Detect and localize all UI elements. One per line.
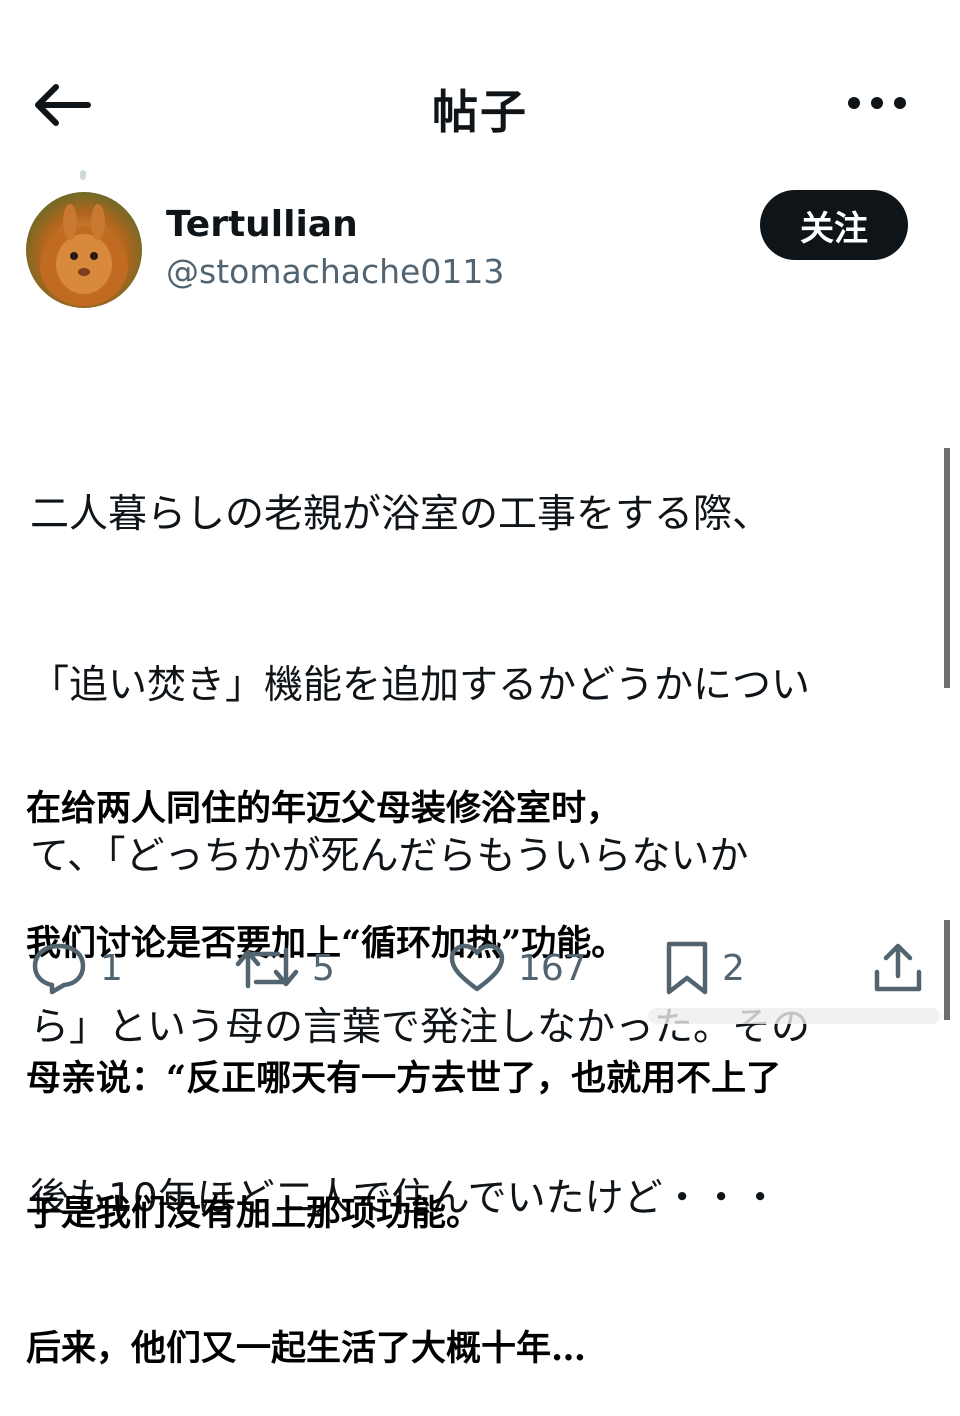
translation-line: 在给两人同住的年迈父母装修浴室时， — [26, 788, 622, 829]
repost-button[interactable]: 5 — [234, 940, 335, 996]
translation-line: 后来，他们又一起生活了大概十年… — [26, 1328, 587, 1369]
like-button[interactable]: 167 — [448, 940, 587, 996]
like-count: 167 — [518, 947, 587, 989]
bookmark-button[interactable]: 2 — [664, 940, 745, 996]
translation-caption: 在给两人同住的年迈父母装修浴室时， 我们讨论是否要加上“循环加热”功能。 母亲说… — [26, 696, 956, 1416]
avatar-rabbit-lion-icon — [26, 192, 142, 308]
repost-count: 5 — [312, 947, 335, 989]
follow-button[interactable]: 关注 — [760, 190, 908, 260]
page-title: 帖子 — [432, 85, 528, 139]
share-button[interactable] — [872, 940, 924, 996]
more-horizontal-icon[interactable] — [846, 90, 908, 116]
reply-icon — [32, 943, 86, 995]
edge-bar — [944, 448, 950, 688]
avatar[interactable] — [26, 192, 142, 308]
heart-icon — [449, 943, 505, 992]
user-handle[interactable]: @stomachache0113 — [166, 252, 504, 291]
top-app-bar: 帖子 — [0, 60, 960, 150]
pull-indicator — [80, 170, 86, 180]
display-name[interactable]: Tertullian — [166, 204, 358, 245]
share-icon — [874, 943, 922, 992]
bookmark-icon — [666, 941, 708, 995]
repost-icon — [235, 947, 299, 989]
post-text-line: 二人暮らしの老親が浴室の工事をする際、 — [30, 492, 772, 537]
bookmark-count: 2 — [722, 947, 745, 989]
reply-count: 1 — [100, 947, 123, 989]
watermark-graphic — [648, 1008, 940, 1024]
translation-line: 于是我们没有加上那项功能。 — [26, 1193, 482, 1234]
reply-button[interactable]: 1 — [30, 940, 123, 996]
translation-line: 母亲说：“反正哪天有一方去世了，也就用不上了 — [26, 1058, 782, 1099]
